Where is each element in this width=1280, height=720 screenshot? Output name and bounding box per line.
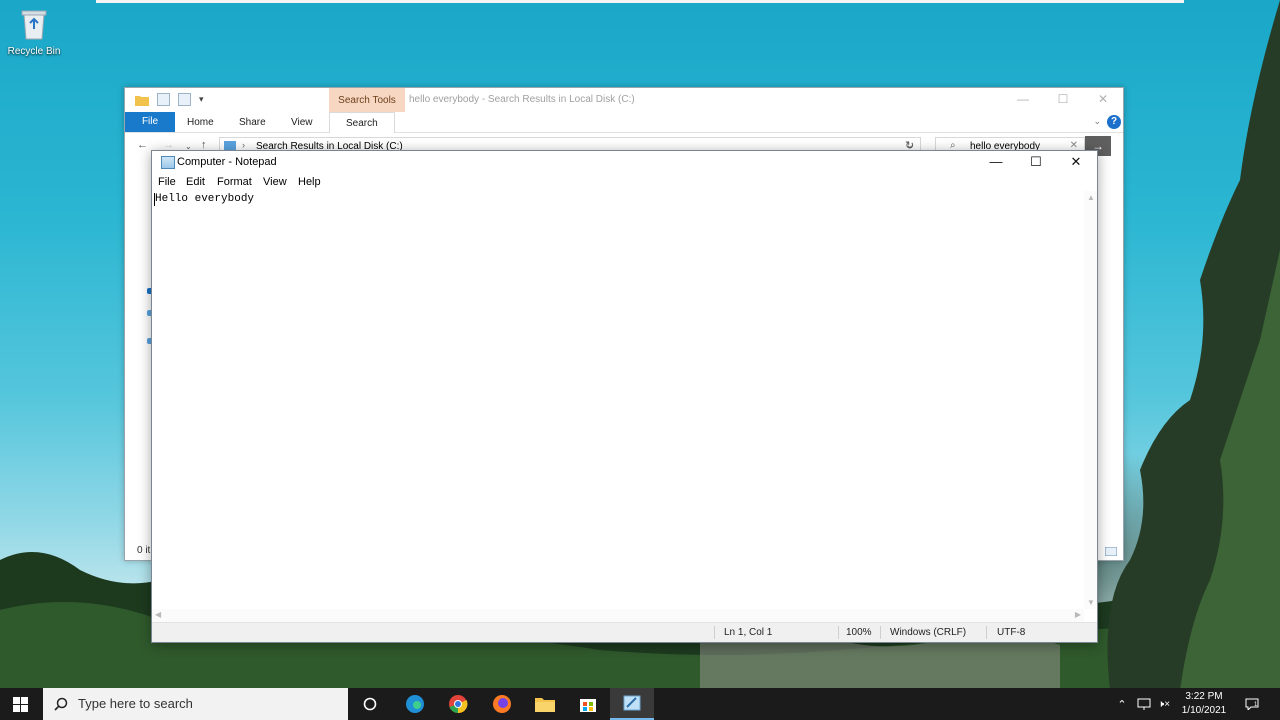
notepad-maximize-button[interactable]: ☐ <box>1016 151 1056 173</box>
tab-share[interactable]: Share <box>239 112 266 132</box>
expand-ribbon-icon[interactable]: ⌄ <box>1093 116 1101 127</box>
firefox-button[interactable] <box>480 688 524 720</box>
store-button[interactable] <box>566 688 610 720</box>
recycle-bin-icon <box>21 10 47 40</box>
explorer-minimize-button[interactable]: — <box>1003 88 1043 112</box>
volume-muted-icon[interactable]: 🕨× <box>1156 688 1172 720</box>
notepad-window[interactable]: Computer - Notepad — ☐ ✕ File Edit Forma… <box>151 150 1098 643</box>
vertical-scrollbar[interactable]: ▲ ▼ <box>1084 191 1097 609</box>
status-separator <box>714 626 715 639</box>
tab-home[interactable]: Home <box>187 112 214 132</box>
file-tab[interactable]: File <box>125 112 175 132</box>
zoom-level: 100% <box>846 627 872 638</box>
edge-icon <box>406 695 424 713</box>
scroll-up-icon[interactable]: ▲ <box>1087 193 1095 202</box>
show-hidden-icons[interactable]: ⌃ <box>1114 688 1130 720</box>
notepad-status-bar: Ln 1, Col 1 100% Windows (CRLF) UTF-8 <box>152 622 1097 642</box>
firefox-icon <box>493 695 511 713</box>
action-center-icon: 1 <box>1245 698 1259 710</box>
menu-format[interactable]: Format <box>217 173 252 191</box>
chrome-button[interactable] <box>436 688 480 720</box>
properties-icon[interactable] <box>157 93 170 106</box>
notepad-text-area[interactable]: Hello everybody <box>152 191 1084 609</box>
help-icon[interactable]: ? <box>1107 115 1121 129</box>
system-clock[interactable]: 3:22 PM 1/10/2021 <box>1172 690 1236 718</box>
start-button[interactable] <box>0 688 42 720</box>
scroll-down-icon[interactable]: ▼ <box>1087 598 1095 607</box>
explorer-ribbon-tabs: File Home Share View Search ⌄ ? <box>125 112 1123 133</box>
folder-icon <box>135 95 149 106</box>
tab-view[interactable]: View <box>291 112 313 132</box>
network-status-icon <box>1137 698 1151 710</box>
notepad-close-button[interactable]: ✕ <box>1056 151 1096 173</box>
clock-date: 1/10/2021 <box>1181 705 1227 716</box>
taskbar: Type here to search ⌃ 🕨× 3:22 PM 1/10/20… <box>0 688 1280 720</box>
network-icon[interactable] <box>1134 688 1154 720</box>
menu-view[interactable]: View <box>263 173 287 191</box>
recycle-bin-label: Recycle Bin <box>7 46 61 57</box>
explorer-window-title: hello everybody - Search Results in Loca… <box>409 94 635 105</box>
status-separator <box>880 626 881 639</box>
notifications-icon[interactable]: 1 <box>1242 688 1262 720</box>
clock-time: 3:22 PM <box>1185 691 1223 702</box>
file-explorer-icon <box>535 698 555 712</box>
scroll-left-icon[interactable]: ◀ <box>155 610 161 619</box>
horizontal-scrollbar[interactable]: ◀ ▶ <box>152 609 1084 622</box>
taskbar-search-box[interactable]: Type here to search <box>43 688 348 720</box>
line-ending: Windows (CRLF) <box>890 627 967 638</box>
notepad-icon <box>161 156 175 169</box>
tab-search[interactable]: Search <box>329 112 395 133</box>
details-view-icon[interactable] <box>1105 547 1117 556</box>
screen-top-strip <box>96 0 1184 3</box>
quick-access-toolbar: ▾ <box>135 93 204 106</box>
chrome-icon <box>449 695 468 714</box>
search-icon <box>54 697 68 711</box>
explorer-close-button[interactable]: ✕ <box>1083 88 1123 112</box>
explorer-status-text: 0 it <box>137 545 151 556</box>
breadcrumb-chevron-icon: › <box>242 140 245 150</box>
windows-logo-icon <box>13 697 28 712</box>
menu-edit[interactable]: Edit <box>186 173 205 191</box>
edge-button[interactable] <box>393 688 437 720</box>
notepad-content: Hello everybody <box>155 193 255 205</box>
back-arrow-icon[interactable]: ← <box>137 139 148 151</box>
cortana-button[interactable] <box>348 688 392 720</box>
explorer-maximize-button[interactable]: ☐ <box>1043 88 1083 112</box>
explorer-title-bar[interactable]: ▾ Search Tools hello everybody - Search … <box>125 88 1123 112</box>
scroll-right-icon[interactable]: ▶ <box>1075 610 1081 619</box>
notepad-icon <box>623 695 641 711</box>
status-separator <box>986 626 987 639</box>
cursor-position: Ln 1, Col 1 <box>724 627 773 638</box>
search-tools-context-tab[interactable]: Search Tools <box>329 88 405 112</box>
new-folder-icon[interactable] <box>178 93 191 106</box>
notepad-window-title: Computer - Notepad <box>177 156 277 168</box>
cortana-icon <box>363 697 377 711</box>
file-explorer-button[interactable] <box>523 688 567 720</box>
customize-qat-icon[interactable]: ▾ <box>199 94 204 105</box>
status-separator <box>838 626 839 639</box>
notepad-menu-bar: File Edit Format View Help <box>152 173 1097 191</box>
store-icon <box>580 699 596 712</box>
encoding: UTF-8 <box>997 627 1026 638</box>
notepad-title-bar[interactable]: Computer - Notepad — ☐ ✕ <box>152 151 1097 173</box>
notepad-minimize-button[interactable]: — <box>976 151 1016 173</box>
recycle-bin[interactable]: Recycle Bin <box>4 8 64 57</box>
notepad-taskbar-button[interactable] <box>610 688 654 720</box>
menu-file[interactable]: File <box>158 173 176 191</box>
taskbar-search-placeholder: Type here to search <box>78 696 193 711</box>
menu-help[interactable]: Help <box>298 173 321 191</box>
